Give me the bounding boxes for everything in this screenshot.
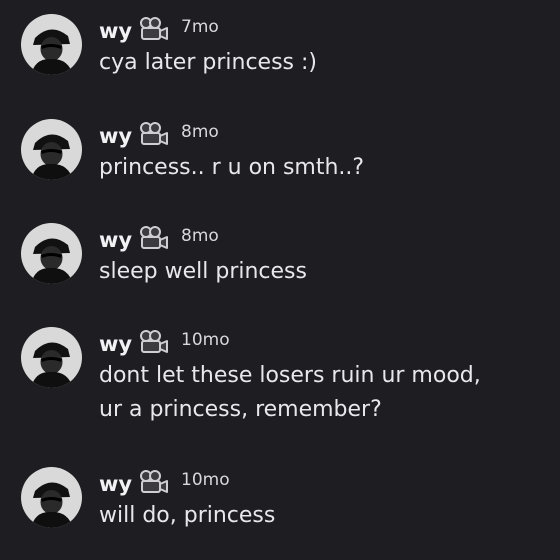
message-feed: wy 7mo cya later princess :) wy 8mo prin…	[0, 0, 560, 560]
avatar-image	[21, 14, 82, 75]
username[interactable]: wy	[99, 472, 132, 496]
camera-icon	[137, 16, 169, 42]
message-line: sleep well princess	[99, 259, 307, 284]
username[interactable]: wy	[99, 228, 132, 252]
avatar-image	[21, 467, 82, 528]
avatar[interactable]	[21, 14, 82, 75]
message-line: will do, princess	[99, 503, 276, 528]
avatar[interactable]	[21, 119, 82, 180]
avatar[interactable]	[21, 467, 82, 528]
message-text: princess.. r u on smth..?	[99, 151, 364, 185]
message-text: sleep well princess	[99, 255, 307, 289]
message-line: princess.. r u on smth..?	[99, 155, 365, 180]
avatar-image	[21, 223, 82, 284]
timestamp: 8mo	[181, 226, 219, 246]
avatar[interactable]	[21, 223, 82, 284]
camera-icon	[137, 121, 169, 147]
avatar[interactable]	[21, 327, 82, 388]
username[interactable]: wy	[99, 332, 132, 356]
timestamp: 10mo	[181, 330, 230, 350]
message-line: dont let these losers ruin ur mood,	[99, 363, 481, 388]
avatar-image	[21, 119, 82, 180]
timestamp: 7mo	[181, 17, 219, 37]
avatar-image	[21, 327, 82, 388]
camera-icon	[137, 469, 169, 495]
camera-icon	[137, 225, 169, 251]
message-line: cya later princess :)	[99, 50, 317, 75]
username[interactable]: wy	[99, 19, 132, 43]
message-text: will do, princess	[99, 499, 275, 533]
message-text: dont let these losers ruin ur mood, ur a …	[99, 359, 481, 427]
message-line: ur a princess, remember?	[99, 397, 382, 422]
username[interactable]: wy	[99, 124, 132, 148]
message-text: cya later princess :)	[99, 46, 317, 80]
timestamp: 10mo	[181, 470, 230, 490]
camera-icon	[137, 329, 169, 355]
timestamp: 8mo	[181, 122, 219, 142]
